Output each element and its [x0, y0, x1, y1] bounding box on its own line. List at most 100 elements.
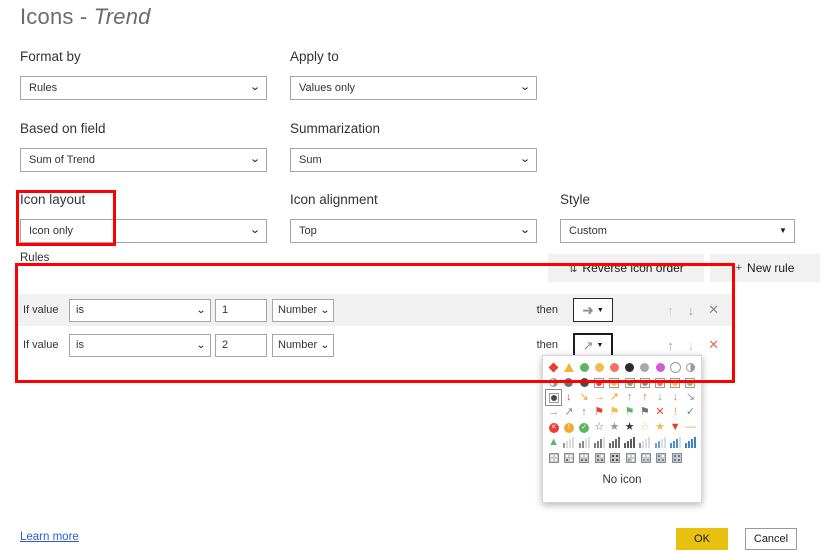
quadrant-blue-one-icon[interactable] — [623, 450, 638, 465]
quadrant-blue-three-icon[interactable] — [654, 450, 669, 465]
table-row[interactable]: If value is ⌄ 1 Number ⌄ then ➜ ▼ ↑ ↓ ✕ — [16, 294, 733, 326]
based-on-field-select[interactable]: Sum of Trend ⌄ — [20, 148, 267, 172]
gray-flag-icon[interactable]: ⚑ — [637, 405, 652, 420]
green-arrow-up-icon[interactable]: ↑ — [622, 390, 637, 405]
red-arrow-down-icon[interactable]: ↓ — [561, 390, 576, 405]
quadrant-four-icon[interactable] — [608, 450, 623, 465]
gray-arrow-up-icon[interactable]: ↑ — [576, 405, 591, 420]
quadrant-blue-two-icon[interactable] — [638, 450, 653, 465]
value-input[interactable]: 2 — [215, 333, 267, 357]
condition-select[interactable]: is ⌄ — [69, 298, 211, 322]
gray-star-outline-icon[interactable]: ☆ — [592, 420, 607, 435]
quadrant-three-icon[interactable] — [592, 450, 607, 465]
orange-dash-icon[interactable]: — — [683, 420, 698, 435]
value-type-select[interactable]: Number ⌄ — [272, 298, 334, 322]
quarter-circle-icon[interactable] — [546, 375, 561, 390]
signal-bars-3-icon[interactable] — [592, 435, 607, 450]
format-by-select[interactable]: Rules ⌄ — [20, 76, 267, 100]
gray-arrow-down-right-icon[interactable]: ↘ — [683, 390, 698, 405]
selected-circle-icon[interactable] — [544, 389, 563, 406]
icon-layout-select[interactable]: Icon only ⌄ — [20, 219, 267, 243]
value-input[interactable]: 1 — [215, 298, 267, 322]
gray-arrow-right-icon[interactable]: → — [546, 405, 561, 420]
white-circle-icon[interactable] — [668, 360, 683, 375]
summarization-select[interactable]: Sum ⌄ — [290, 148, 537, 172]
gray-star-half-icon[interactable]: ★ — [607, 420, 622, 435]
magenta-circle-icon[interactable] — [652, 360, 667, 375]
move-down-button[interactable]: ↓ — [688, 338, 695, 353]
green-traffic-light-icon[interactable] — [622, 375, 637, 390]
orange-arrow-up-right-icon[interactable]: ↗ — [607, 390, 622, 405]
black-circle-icon[interactable] — [622, 360, 637, 375]
gray-arrow-down-icon[interactable]: ↓ — [668, 390, 683, 405]
signal-bars-blue-3-icon[interactable] — [668, 435, 683, 450]
condition-select[interactable]: is ⌄ — [69, 333, 211, 357]
learn-more-link[interactable]: Learn more — [20, 531, 79, 543]
signal-bars-blue-1-icon[interactable] — [637, 435, 652, 450]
apply-to-select[interactable]: Values only ⌄ — [290, 76, 537, 100]
icon-picker-grid[interactable]: ↓ ↘ → ↗ ↑ ↑ ↓ ↓ ↘ → ↗ ↑ ⚑ ⚑ ⚑ ⚑ ✕! ✓ ✕! ✓ ☆ ★ ★ ☆ ★ ▼ — ▲ — [544, 360, 698, 465]
gray-star-filled-icon[interactable]: ★ — [622, 420, 637, 435]
signal-bars-full-icon[interactable] — [622, 435, 637, 450]
red-cross-icon[interactable]: ✕ — [652, 405, 667, 420]
signal-bars-1-icon[interactable] — [561, 435, 576, 450]
icon-picker-flyout[interactable]: ↓ ↘ → ↗ ↑ ↑ ↓ ↓ ↘ → ↗ ↑ ⚑ ⚑ ⚑ ⚑ ✕! ✓ ✕! ✓ ☆ ★ ★ ☆ ★ ▼ — ▲ No icon — [542, 355, 702, 503]
new-rule-button[interactable]: + New rule — [710, 254, 820, 282]
red-flag-icon[interactable]: ⚑ — [592, 405, 607, 420]
red-triangle-down-icon[interactable]: ▼ — [668, 420, 683, 435]
red-square-icon[interactable] — [652, 375, 667, 390]
orange-arrow-right-icon[interactable]: → — [592, 390, 607, 405]
red-diamond-icon[interactable] — [546, 360, 561, 375]
green-arrow-down-icon[interactable]: ↓ — [652, 390, 667, 405]
yellow-flag-icon[interactable]: ⚑ — [607, 405, 622, 420]
move-up-button[interactable]: ↑ — [667, 303, 674, 318]
orange-arrow-down-right-icon[interactable]: ↘ — [576, 390, 591, 405]
quadrant-blue-four-icon[interactable] — [669, 450, 684, 465]
three-quarter-circle-icon[interactable] — [561, 375, 576, 390]
rule-icon-picker-button[interactable]: ➜ ▼ — [573, 298, 613, 322]
ok-button[interactable]: OK — [676, 528, 728, 550]
half-circle-icon[interactable] — [683, 360, 698, 375]
value-type-select[interactable]: Number ⌄ — [272, 333, 334, 357]
green-square-icon[interactable] — [683, 375, 698, 390]
gray-circle-icon[interactable] — [637, 360, 652, 375]
icon-alignment-select[interactable]: Top ⌄ — [290, 219, 537, 243]
green-check-icon[interactable]: ✓ — [683, 405, 698, 420]
style-select[interactable]: Custom ▼ — [560, 219, 795, 243]
salmon-circle-icon[interactable] — [607, 360, 622, 375]
gold-star-filled-icon[interactable]: ★ — [652, 420, 667, 435]
green-circle-icon[interactable] — [576, 360, 591, 375]
green-flag-icon[interactable]: ⚑ — [622, 405, 637, 420]
red-arrow-up-icon[interactable]: ↑ — [637, 390, 652, 405]
move-up-button[interactable]: ↑ — [667, 338, 674, 353]
gray-traffic-light-icon[interactable] — [637, 375, 652, 390]
quadrant-one-icon[interactable] — [561, 450, 576, 465]
move-down-button[interactable]: ↓ — [688, 303, 695, 318]
orange-triangle-icon[interactable] — [561, 360, 576, 375]
cancel-button[interactable]: Cancel — [745, 528, 797, 550]
signal-bars-4-icon[interactable] — [607, 435, 622, 450]
delete-rule-button[interactable]: ✕ — [708, 302, 719, 318]
signal-bars-blue-4-icon[interactable] — [683, 435, 698, 450]
dark-circle-icon[interactable] — [576, 375, 591, 390]
orange-exclamation-icon[interactable]: ! — [668, 405, 683, 420]
chevron-down-icon: ⌄ — [195, 304, 207, 316]
signal-bars-2-icon[interactable] — [576, 435, 591, 450]
yellow-square-icon[interactable] — [668, 375, 683, 390]
no-icon-option[interactable]: No icon — [546, 474, 698, 486]
orange-exclamation-circle-icon[interactable]: ! — [561, 420, 576, 435]
red-cross-circle-icon[interactable]: ✕ — [546, 420, 561, 435]
gray-arrow-up-right-icon[interactable]: ↗ — [561, 405, 576, 420]
green-check-circle-icon[interactable]: ✓ — [576, 420, 591, 435]
red-traffic-light-icon[interactable] — [592, 375, 607, 390]
signal-bars-blue-2-icon[interactable] — [652, 435, 667, 450]
delete-rule-button[interactable]: ✕ — [708, 337, 719, 353]
quadrant-two-icon[interactable] — [577, 450, 592, 465]
rule-icon-picker-button[interactable]: ↗ ▼ — [573, 333, 613, 357]
gold-star-outline-icon[interactable]: ☆ — [637, 420, 652, 435]
quadrant-empty-icon[interactable] — [546, 450, 561, 465]
yellow-traffic-light-icon[interactable] — [607, 375, 622, 390]
yellow-circle-icon[interactable] — [592, 360, 607, 375]
reverse-icon-order-button[interactable]: ⇅ Reverse icon order — [548, 254, 704, 282]
green-triangle-up-icon[interactable]: ▲ — [546, 435, 561, 450]
